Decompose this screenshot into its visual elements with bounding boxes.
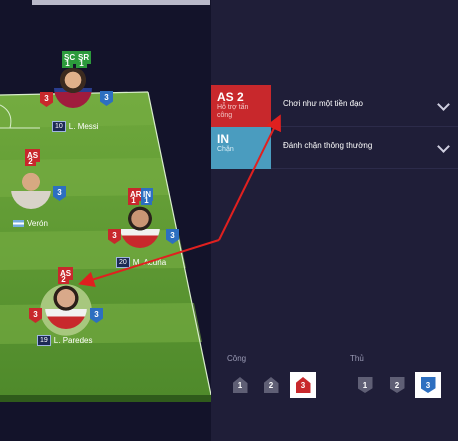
annotation-arrows <box>78 114 281 288</box>
arrow-to-player <box>78 239 220 288</box>
arrow-to-role <box>218 114 281 241</box>
